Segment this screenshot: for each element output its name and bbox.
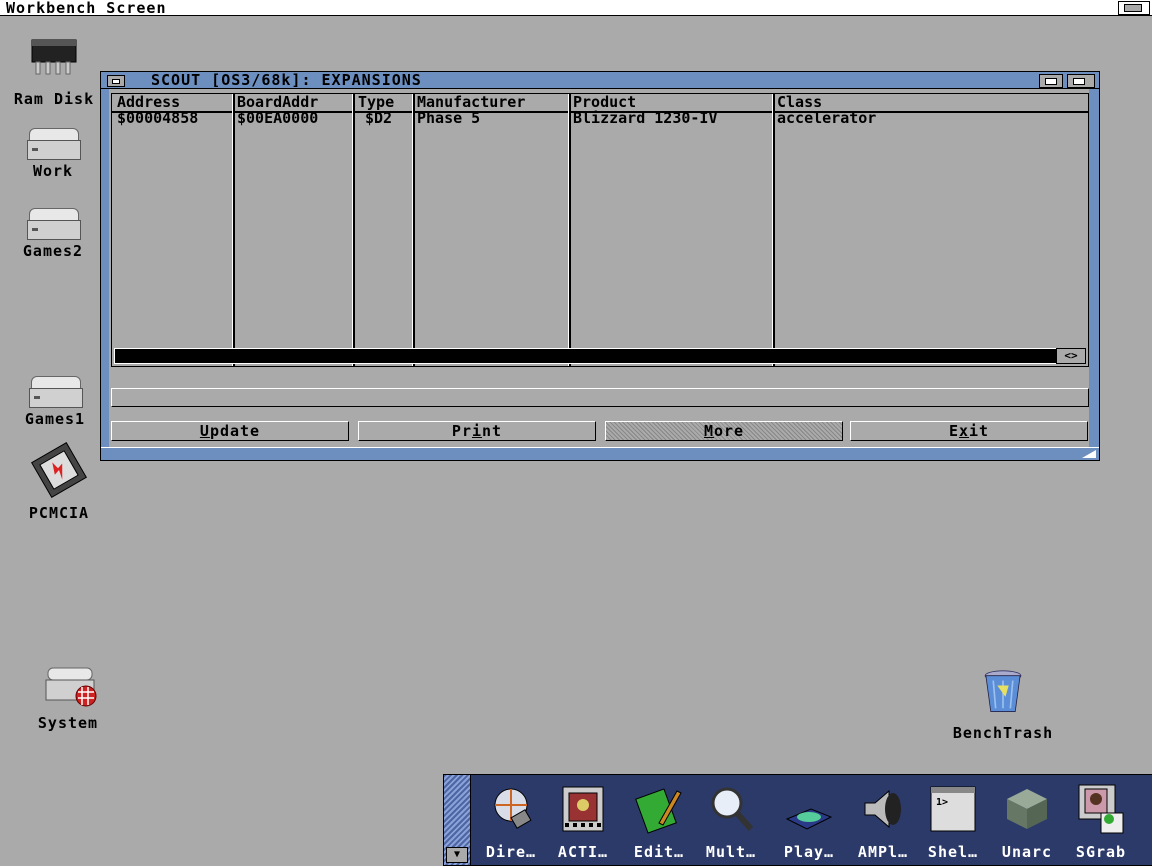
horizontal-scrollbar[interactable] (114, 348, 1058, 364)
pcmcia-card-icon (30, 441, 88, 499)
dir-opus-icon (494, 788, 532, 829)
dock-item-ampl[interactable]: AMPl… (848, 781, 918, 861)
dock-item-dire[interactable]: Dire… (476, 781, 546, 861)
dock-item-label: ACTI… (557, 843, 609, 861)
window-title-bar[interactable]: SCOUT [OS3/68k]: EXPANSIONS (101, 71, 1099, 89)
dock-item-label: SGrab (1075, 843, 1127, 861)
desktop-icon-label: Ram Disk (13, 90, 95, 108)
magnifier-icon (711, 787, 754, 831)
cell-class: accelerator (777, 109, 877, 127)
desktop-icon-label: Games1 (24, 410, 86, 428)
desktop-icon-label: PCMCIA (28, 504, 90, 522)
cd-player-icon (785, 808, 833, 830)
ram-chip-icon (31, 39, 77, 75)
dock-item-label: Unarc (1001, 843, 1053, 861)
dock-bar: ▼ Dire… ACTI… Edit… Mult… Play… AMPl… 1>… (443, 774, 1152, 866)
dock-item-shel[interactable]: 1> Shel… (918, 781, 988, 861)
speaker-icon (864, 789, 901, 829)
desktop-icon-benchtrash[interactable]: BenchTrash (940, 668, 1066, 742)
cube-icon (1007, 789, 1047, 829)
desktop-icon-games1[interactable]: Games1 (14, 376, 96, 428)
dock-item-label: Shel… (927, 843, 979, 861)
exit-button[interactable]: Exit (850, 421, 1088, 441)
zoom-icon[interactable] (1039, 74, 1063, 88)
desktop-icon-games2[interactable]: Games2 (14, 208, 92, 260)
dock-item-mult[interactable]: Mult… (696, 781, 766, 861)
system-drive-icon (45, 667, 97, 707)
desktop-icon-pcmcia[interactable]: PCMCIA (16, 440, 102, 522)
close-icon[interactable] (107, 75, 125, 87)
hard-drive-icon (27, 208, 81, 240)
dock-item-label: Dire… (485, 843, 537, 861)
cell-boardaddr: $00EA0000 (237, 109, 319, 127)
expansions-list[interactable]: Address BoardAddr Type Manufacturer Prod… (111, 93, 1089, 367)
more-button[interactable]: More (605, 421, 843, 441)
dock-item-edit[interactable]: Edit… (624, 781, 694, 861)
dock-item-acti[interactable]: ACTI… (548, 781, 618, 861)
desktop-icon-ram-disk[interactable]: Ram Disk (6, 34, 102, 108)
dock-item-unarc[interactable]: Unarc (992, 781, 1062, 861)
dock-item-label: AMPl… (857, 843, 909, 861)
desktop-icon-label: System (37, 714, 99, 732)
cell-address: $00004858 (117, 109, 199, 127)
screen-depth-gadget[interactable] (1118, 1, 1150, 15)
screengrab-icon (1078, 784, 1124, 834)
chevron-down-icon[interactable]: ▼ (446, 847, 468, 863)
dock-item-sgrab[interactable]: SGrab (1066, 781, 1136, 861)
dock-handle[interactable]: ▼ (444, 775, 471, 865)
film-icon (562, 786, 604, 832)
notepad-icon (635, 788, 682, 834)
screen-title: Workbench Screen (6, 0, 167, 17)
cell-type: $D2 (365, 109, 393, 127)
screen-title-bar: Workbench Screen (0, 0, 1152, 17)
print-button[interactable]: Print (358, 421, 596, 441)
desktop-icon-system[interactable]: System (28, 666, 108, 732)
status-field (111, 388, 1089, 407)
dock-item-label: Mult… (705, 843, 757, 861)
dock-item-label: Edit… (633, 843, 685, 861)
dock-item-play[interactable]: Play… (774, 781, 844, 861)
desktop-icon-label: BenchTrash (952, 724, 1054, 742)
desktop-icon-label: Work (32, 162, 74, 180)
cell-manufacturer: Phase 5 (417, 109, 481, 127)
desktop-icon-work[interactable]: Work (18, 128, 88, 180)
cell-product: Blizzard 1230-IV (573, 109, 718, 127)
scout-expansions-window: SCOUT [OS3/68k]: EXPANSIONS Address Boar… (100, 71, 1100, 461)
window-title: SCOUT [OS3/68k]: EXPANSIONS (151, 71, 422, 89)
update-button[interactable]: Update (111, 421, 349, 441)
dock-item-label: Play… (783, 843, 835, 861)
hard-drive-icon (27, 128, 81, 160)
resize-icon[interactable] (1077, 448, 1099, 460)
desktop-icon-label: Games2 (22, 242, 84, 260)
shell-icon: 1> (930, 786, 976, 832)
hard-drive-icon (29, 376, 83, 408)
svg-text:1>: 1> (936, 797, 948, 808)
trash-can-icon (984, 670, 1022, 712)
scroll-arrows[interactable]: <> (1056, 348, 1086, 364)
depth-icon[interactable] (1067, 74, 1095, 88)
